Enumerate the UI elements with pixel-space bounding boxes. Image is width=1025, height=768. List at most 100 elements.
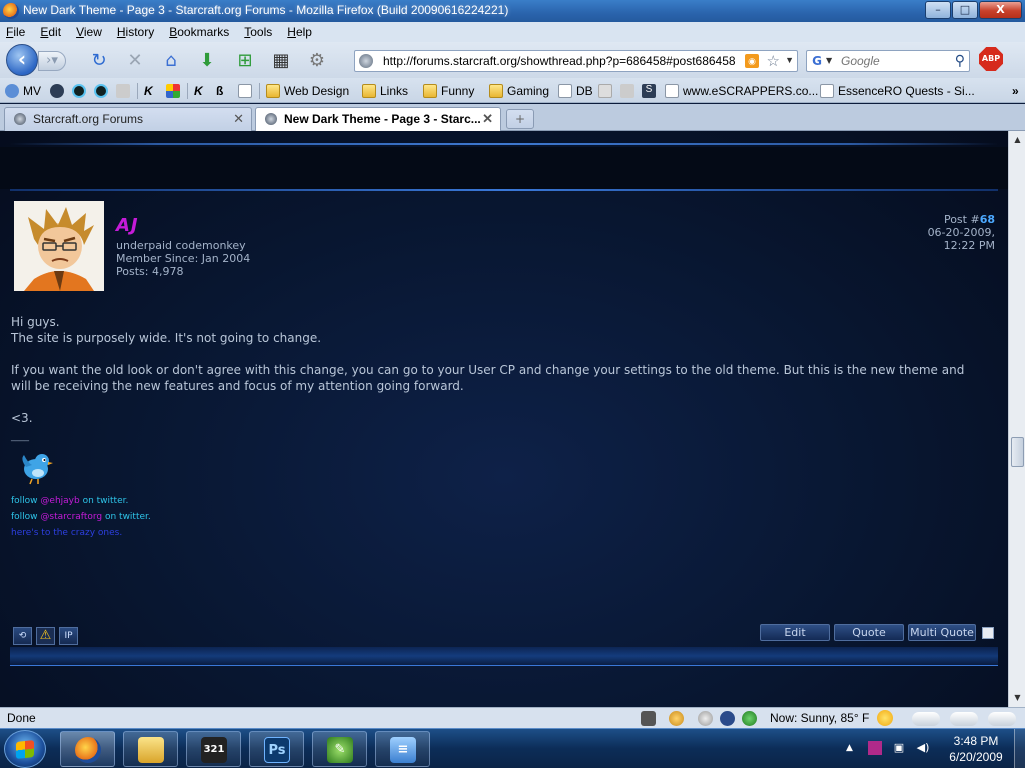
forward-button[interactable]: ›▾	[38, 51, 66, 71]
search-input[interactable]	[841, 53, 949, 69]
reload-icon[interactable]: ↻	[88, 50, 110, 72]
url-text[interactable]: http://forums.starcraft.org/showthread.p…	[383, 54, 736, 68]
bookmark-icon-1[interactable]	[50, 83, 64, 99]
back-button[interactable]: ‹	[6, 44, 38, 76]
vertical-scrollbar[interactable]: ▲ ▼	[1008, 131, 1025, 707]
bookmark-icon-7[interactable]: K	[194, 83, 208, 99]
multiquote-button[interactable]: Multi Quote	[908, 624, 976, 641]
avatar[interactable]	[14, 201, 104, 291]
bookmark-icon-9[interactable]	[238, 83, 252, 99]
taskbar-notepad[interactable]: ≡	[375, 731, 430, 767]
add-bookmark-icon[interactable]: ⊞	[234, 50, 256, 72]
scroll-down-arrow-icon[interactable]: ▼	[1012, 692, 1023, 703]
tab-new-dark-theme[interactable]: New Dark Theme - Page 3 - Starc... ✕	[255, 107, 501, 132]
menu-edit[interactable]: Edit	[40, 25, 61, 39]
system-clock[interactable]: 3:48 PM 6/20/2009	[946, 733, 1006, 765]
stop-icon[interactable]: ✕	[124, 50, 146, 72]
bug-icon[interactable]	[641, 711, 656, 726]
page-content: AJ underpaid codemonkey Member Since: Ja…	[0, 131, 1008, 707]
bookmark-web-design[interactable]: Web Design	[266, 83, 349, 99]
taskbar-media-player[interactable]: 321	[186, 731, 241, 767]
taskbar-firefox[interactable]	[60, 731, 115, 767]
google-search-engine-icon[interactable]: G	[810, 54, 824, 68]
menu-help[interactable]: Help	[287, 25, 312, 39]
minimize-button[interactable]: –	[925, 1, 951, 19]
bookmark-icon-3[interactable]	[94, 83, 108, 99]
partly-cloudy-icon[interactable]	[950, 712, 978, 726]
bookmark-icon-6[interactable]	[166, 83, 180, 99]
menu-tools[interactable]: Tools	[244, 25, 272, 39]
menu-bookmarks[interactable]: Bookmarks	[169, 25, 229, 39]
twitter-bird-icon[interactable]	[18, 449, 54, 485]
multiquote-checkbox[interactable]	[982, 626, 994, 639]
scroll-up-arrow-icon[interactable]: ▲	[1012, 134, 1023, 145]
sunny-weather-icon[interactable]	[877, 710, 893, 726]
bookmark-star-icon[interactable]: ☆	[767, 52, 780, 70]
bookmark-icon-11[interactable]	[620, 83, 634, 99]
scroll-thumb[interactable]	[1011, 437, 1024, 467]
menu-view[interactable]: View	[76, 25, 102, 39]
status-s-icon[interactable]	[720, 711, 735, 726]
site-identity-icon[interactable]	[359, 54, 373, 68]
post-body: Hi guys. The site is purposely wide. It'…	[11, 314, 971, 442]
bookmark-icon-2[interactable]	[72, 83, 86, 99]
twitter-link-starcraftorg[interactable]: @starcraftorg	[40, 512, 102, 522]
taskbar-photoshop[interactable]: Ps	[249, 731, 304, 767]
fl-studio-icon: ✎	[327, 737, 353, 763]
edit-button[interactable]: Edit	[760, 624, 830, 641]
show-hidden-icons-arrow[interactable]: ▲	[846, 743, 853, 753]
show-desktop-button[interactable]	[1014, 729, 1025, 768]
bookmarks-overflow-chevron[interactable]: »	[1012, 83, 1019, 99]
bookmark-icon-8[interactable]: ß	[216, 83, 230, 99]
network-icon[interactable]: ▣	[892, 741, 906, 755]
taskbar-fl-studio[interactable]: ✎	[312, 731, 367, 767]
ip-button[interactable]: IP	[59, 627, 78, 645]
crazy-ones-link[interactable]: here's to the crazy ones.	[11, 525, 151, 541]
search-engine-dropdown-icon[interactable]: ▼	[826, 56, 832, 65]
bookmark-icon-10[interactable]	[598, 83, 612, 99]
bookmark-mv[interactable]: MV	[5, 83, 41, 99]
search-magnifier-icon[interactable]: ⚲	[955, 53, 965, 69]
downloads-icon[interactable]: ⬇	[196, 50, 218, 72]
tab-starcraft-forums[interactable]: Starcraft.org Forums ✕	[4, 107, 252, 131]
report-post-icon[interactable]: ⚠	[36, 627, 55, 645]
screen-grab-icon[interactable]: ▦	[270, 50, 292, 72]
menu-history[interactable]: History	[117, 25, 154, 39]
address-bar[interactable]: http://forums.starcraft.org/showthread.p…	[354, 50, 798, 72]
plugin-icon[interactable]: ⚙	[306, 50, 328, 72]
bookmark-icon-12[interactable]: S	[642, 83, 656, 99]
globe-status-icon[interactable]	[742, 711, 757, 726]
status-b-icon[interactable]	[698, 711, 713, 726]
menu-file[interactable]: File	[6, 25, 25, 39]
bookmark-icon-4[interactable]	[116, 83, 130, 99]
smiley-icon[interactable]	[669, 711, 684, 726]
search-bar[interactable]: G ▼ ⚲	[806, 50, 970, 72]
bookmark-db[interactable]: DB	[558, 83, 593, 99]
bookmark-links[interactable]: Links	[362, 83, 408, 99]
close-button[interactable]: X	[979, 1, 1022, 19]
twitter-link-ehjayb[interactable]: @ehjayb	[40, 496, 79, 506]
bookmark-icon-5[interactable]: K	[144, 83, 158, 99]
weather-text[interactable]: Now: Sunny, 85° F	[770, 711, 869, 725]
bookmark-essencero[interactable]: EssenceRO Quests - Si...	[820, 83, 975, 99]
tab-close-icon[interactable]: ✕	[233, 108, 244, 130]
start-button[interactable]	[4, 730, 46, 768]
maximize-button[interactable]: □	[952, 1, 978, 19]
home-icon[interactable]: ⌂	[160, 50, 182, 72]
tab-close-icon[interactable]: ✕	[482, 108, 493, 130]
taskbar-explorer[interactable]	[123, 731, 178, 767]
bookmark-funny[interactable]: Funny	[423, 83, 474, 99]
partly-cloudy-icon[interactable]	[912, 712, 940, 726]
bookmark-gaming[interactable]: Gaming	[489, 83, 549, 99]
quote-button[interactable]: Quote	[834, 624, 904, 641]
post-username[interactable]: AJ	[116, 215, 139, 236]
tray-app-icon[interactable]	[868, 741, 882, 755]
volume-icon[interactable]: ◀)	[916, 741, 930, 755]
post-number-link[interactable]: 68	[980, 213, 995, 226]
rss-feed-icon[interactable]: ◉	[745, 54, 759, 68]
partly-cloudy-icon[interactable]	[988, 712, 1016, 726]
url-dropdown-icon[interactable]: ▼	[785, 55, 794, 65]
bookmark-escrappers[interactable]: www.eSCRAPPERS.co...	[665, 83, 818, 99]
reputation-icon[interactable]: ⟲	[13, 627, 32, 645]
new-tab-button[interactable]: +	[506, 109, 534, 129]
